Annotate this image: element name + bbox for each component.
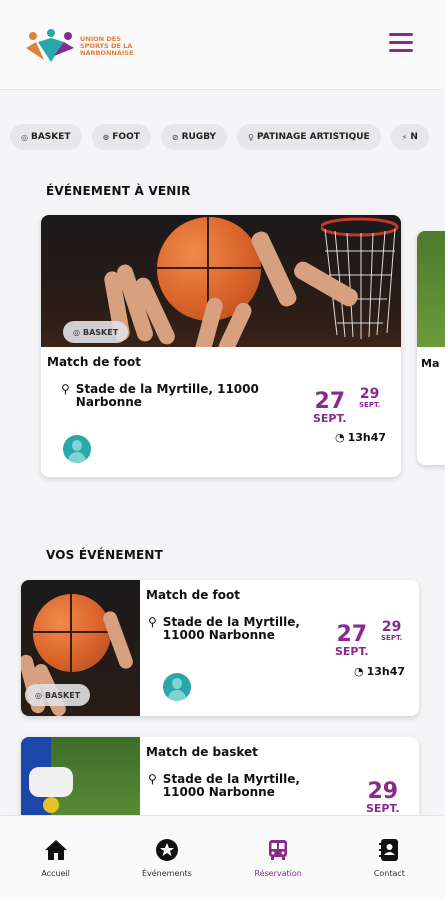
date-month: SEPT.	[335, 645, 369, 658]
app-screen: UNION DES SPORTS DE LA NARBONNAISE ◎ BASK…	[0, 0, 445, 900]
nav-reservation[interactable]: Réservation	[223, 816, 334, 900]
logo-text: UNION DES SPORTS DE LA NARBONNAISE	[80, 34, 134, 57]
union-sports-logo[interactable]: UNION DES SPORTS DE LA NARBONNAISE	[24, 26, 144, 66]
basketball-icon: ◎	[35, 690, 42, 700]
date-day: 27	[314, 389, 346, 414]
hamburger-menu-icon[interactable]	[389, 33, 415, 55]
chip-label: RUGBY	[181, 132, 217, 142]
upcoming-event-card-next[interactable]: Ma	[417, 231, 445, 465]
badge-label: BASKET	[44, 690, 81, 700]
basketball-icon: ◎	[21, 132, 28, 142]
nav-evenements[interactable]: Événements	[111, 816, 222, 900]
location-line-2: 11000 Narbonne	[162, 628, 275, 642]
location-pin-icon: ⚲	[148, 615, 157, 629]
my-event-card[interactable]: Match de basket ⚲ Stade de la Myrtille, …	[21, 737, 419, 827]
location-pin-icon: ⚲	[61, 382, 70, 396]
location-pin-icon: ⚲	[148, 772, 157, 786]
nav-label: Accueil	[41, 869, 70, 878]
football-photo	[417, 231, 445, 347]
event-start-date: 27 SEPT.	[313, 391, 347, 425]
event-location: ⚲ Stade de la Myrtille, 11000 Narbonne	[61, 383, 259, 409]
date-day: 29	[367, 779, 399, 804]
nav-label: Contact	[373, 869, 405, 878]
clock-icon: ◔	[354, 665, 364, 678]
football-icon: ⊛	[102, 132, 110, 142]
event-time: ◔ 13h47	[335, 431, 386, 444]
basketball-ball	[33, 594, 111, 672]
football-photo	[21, 737, 140, 827]
nav-label: Réservation	[254, 869, 302, 878]
nav-accueil[interactable]: Accueil	[0, 816, 111, 900]
section-title-upcoming: ÉVÉNEMENT À VENIR	[46, 184, 191, 198]
basketball-photo: ◎ BASKET	[21, 580, 140, 716]
event-time: ◔ 13h47	[354, 665, 405, 678]
event-title: Match de basket	[146, 745, 258, 759]
chip-partial[interactable]: ⚡ N	[390, 124, 429, 150]
bus-icon	[266, 838, 290, 862]
chip-rugby[interactable]: ⊘ RUGBY	[160, 124, 228, 150]
chip-label: N	[410, 132, 418, 142]
event-location: ⚲ Stade de la Myrtille, 11000 Narbonne	[148, 773, 300, 799]
my-event-card[interactable]: ◎ BASKET Match de foot ⚲ Stade de la Myr…	[21, 580, 419, 716]
date-day: 29	[381, 619, 402, 635]
date-month: SEPT.	[366, 802, 400, 815]
nav-label: Événements	[141, 869, 192, 878]
participant-avatar[interactable]	[163, 673, 191, 701]
date-month: SEPT.	[313, 412, 347, 425]
event-title: Match de foot	[146, 588, 240, 602]
participant-avatar[interactable]	[63, 435, 91, 463]
sport-badge: ◎ BASKET	[63, 321, 129, 343]
sport-badge: ◎ BASKET	[25, 684, 91, 706]
rugby-icon: ⊘	[171, 132, 179, 142]
upcoming-event-card[interactable]: ◎ BASKET Match de foot ⚲ Stade de la Myr…	[41, 215, 401, 477]
logo-mark-icon	[24, 28, 76, 64]
time-value: 13h47	[366, 665, 406, 678]
chip-label: BASKET	[30, 132, 71, 142]
date-day: 29	[359, 386, 380, 402]
chip-basket[interactable]: ◎ BASKET	[10, 124, 82, 150]
date-month: SEPT.	[359, 401, 381, 409]
chip-label: FOOT	[112, 132, 140, 142]
home-icon	[44, 838, 68, 862]
event-start-date: 27 SEPT.	[335, 624, 369, 658]
event-end-date: 29 SEPT.	[359, 387, 380, 409]
clock-icon: ◔	[335, 431, 345, 444]
badge-label: BASKET	[82, 327, 119, 337]
nav-contact[interactable]: Contact	[334, 816, 445, 900]
event-title: Ma	[421, 357, 440, 370]
basketball-icon: ◎	[73, 327, 80, 337]
chip-foot[interactable]: ⊛ FOOT	[91, 124, 151, 150]
event-title: Match de foot	[47, 355, 141, 369]
date-day: 27	[336, 622, 368, 647]
event-location: ⚲ Stade de la Myrtille, 11000 Narbonne	[148, 616, 300, 642]
bottom-navigation: Accueil Événements Réservation Contact	[0, 815, 445, 900]
contact-book-icon	[377, 838, 401, 862]
chip-label: PATINAGE ARTISTIQUE	[256, 132, 370, 142]
basketball-photo: ◎ BASKET	[41, 215, 401, 347]
skate-icon: ♀	[248, 132, 254, 142]
sport-icon: ⚡	[401, 132, 408, 142]
top-header: UNION DES SPORTS DE LA NARBONNAISE	[0, 0, 445, 90]
date-month: SEPT.	[381, 634, 403, 642]
event-end-date: 29 SEPT.	[381, 620, 402, 642]
location-line-2: Narbonne	[75, 395, 142, 409]
section-title-my-events: VOS ÉVÉNEMENT	[46, 548, 163, 562]
sport-filter-chips: ◎ BASKET ⊛ FOOT ⊘ RUGBY ♀ PATINAGE ARTISTIQU…	[10, 124, 429, 150]
time-value: 13h47	[347, 431, 387, 444]
event-start-date: 29 SEPT.	[366, 781, 400, 815]
location-line-2: 11000 Narbonne	[162, 785, 275, 799]
star-icon	[155, 838, 179, 862]
chip-patinage-artistique[interactable]: ♀ PATINAGE ARTISTIQUE	[237, 124, 381, 150]
